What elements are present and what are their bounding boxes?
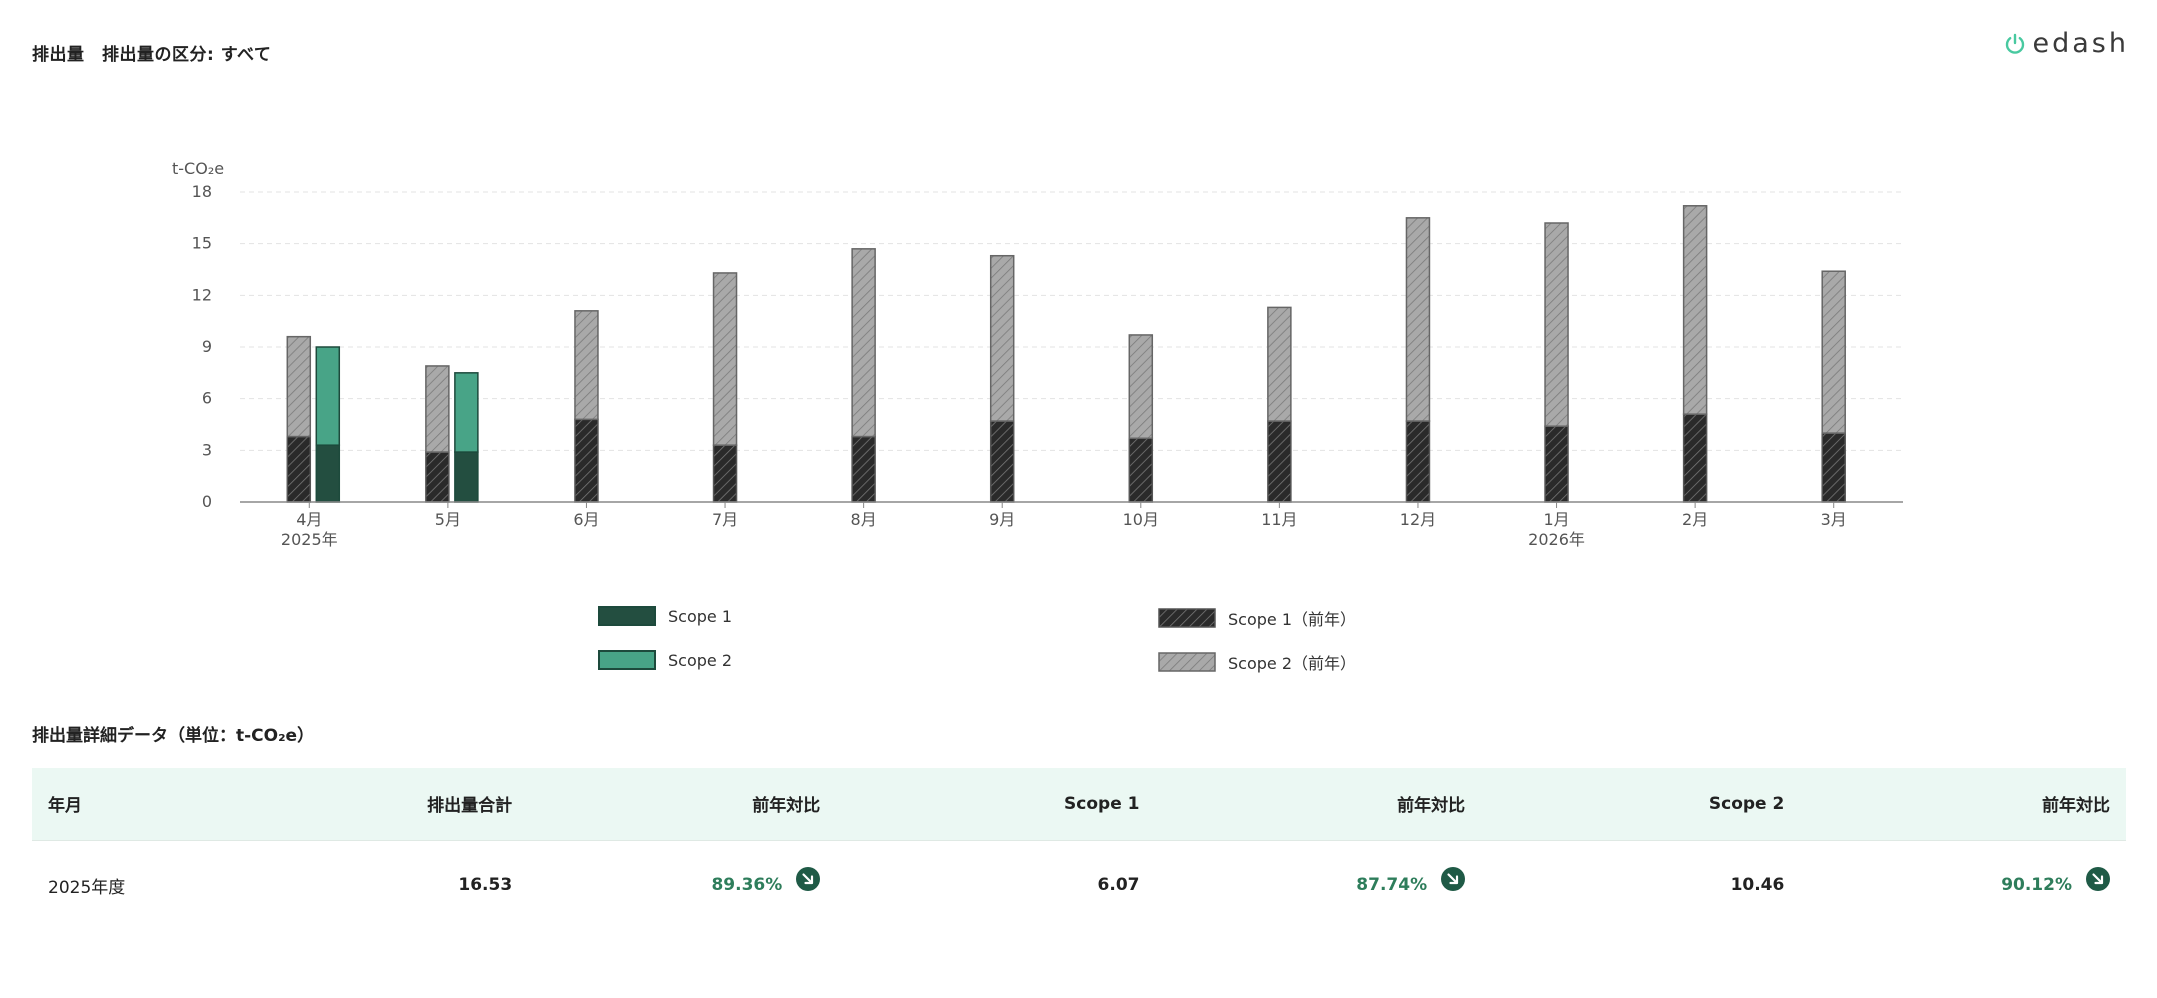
arrow-down-right-icon	[1441, 867, 1466, 892]
bar-scope2-prev[interactable]	[1405, 217, 1431, 422]
legend-scope2[interactable]: Scope 2	[598, 650, 732, 670]
x-tick-label: 7月	[712, 510, 738, 529]
legend-swatch-scope1-prev	[1158, 608, 1216, 628]
legend-label: Scope 2（前年）	[1228, 654, 1357, 673]
col-header-scope2-ratio: 前年対比	[2042, 796, 2110, 817]
bar-scope1-prev[interactable]	[1821, 432, 1846, 503]
legend-scope1[interactable]: Scope 1	[598, 606, 732, 626]
x-tick-label: 6月	[573, 510, 599, 529]
bar-scope2-prev[interactable]	[1267, 306, 1292, 422]
y-tick-label: 9	[202, 337, 212, 356]
col-header-period: 年月	[48, 796, 82, 817]
x-tick-label: 5月	[435, 510, 461, 529]
bar-scope1[interactable]	[454, 451, 479, 503]
legend-scope2-prev[interactable]: Scope 2（前年）	[1158, 650, 1356, 674]
x-year-label: 2026年	[1528, 530, 1585, 549]
arrow-down-right-icon	[796, 867, 821, 892]
bar-scope2-prev[interactable]	[286, 335, 312, 438]
bar-scope1[interactable]	[315, 444, 341, 503]
bar-scope2[interactable]	[454, 372, 479, 453]
y-tick-label: 12	[192, 285, 212, 304]
arrow-down-right-icon	[2086, 867, 2110, 892]
x-tick-label: 4月	[296, 510, 322, 529]
col-header-scope1: Scope 1	[1064, 793, 1140, 814]
y-tick-label: 0	[202, 492, 212, 511]
bar-scope1-prev[interactable]	[851, 435, 876, 503]
cell-total-ratio: 89.36%	[528, 840, 836, 930]
legend-label: Scope 1	[668, 606, 733, 626]
legend-swatch-scope1	[598, 606, 656, 626]
col-header-total-ratio: 前年対比	[752, 796, 821, 817]
bar-scope1-prev[interactable]	[712, 444, 738, 503]
page-title: 排出量 排出量の区分: すべて	[32, 45, 272, 65]
bar-scope1-prev[interactable]	[574, 418, 599, 503]
table-title: 排出量詳細データ（単位：t-CO₂e）	[32, 726, 315, 746]
bar-scope1-prev[interactable]	[989, 420, 1015, 503]
legend-label: Scope 2	[668, 650, 733, 670]
x-tick-label: 2月	[1682, 510, 1708, 529]
bar-scope2-prev[interactable]	[1682, 205, 1708, 415]
cell-total: 16.53	[458, 875, 513, 896]
legend-swatch-scope2-prev	[1158, 652, 1216, 672]
bar-scope2[interactable]	[315, 346, 341, 446]
bar-scope2-prev[interactable]	[1821, 270, 1846, 434]
cell-scope1: 6.07	[1097, 875, 1140, 896]
bar-scope1-prev[interactable]	[1682, 413, 1708, 503]
x-tick-label: 1月	[1543, 510, 1569, 529]
cell-scope2: 10.46	[1730, 875, 1785, 896]
bar-scope1-prev[interactable]	[1405, 420, 1431, 503]
x-tick-label: 10月	[1123, 510, 1159, 529]
x-tick-label: 3月	[1821, 510, 1847, 529]
y-axis-label: t-CO₂e	[172, 159, 224, 178]
x-year-label: 2025年	[281, 530, 338, 549]
logo-text: edash	[2032, 28, 2129, 59]
detail-table: 年月 排出量合計 前年対比 Scope 1 前年対比 Scope 2 前年対比 …	[32, 768, 2126, 930]
cell-scope2-ratio: 90.12%	[1800, 840, 2126, 930]
chart-legend: Scope 1 Scope 2 Scope 1（前年） Scope 2（前年）	[0, 600, 2157, 680]
ratio-value: 90.12%	[2001, 875, 2072, 896]
col-header-total: 排出量合計	[427, 796, 513, 817]
bar-scope2-prev[interactable]	[989, 254, 1015, 422]
power-icon	[2005, 33, 2024, 54]
legend-swatch-scope2	[598, 650, 656, 670]
bar-scope1-prev[interactable]	[425, 451, 450, 503]
edash-logo: edash	[2003, 28, 2129, 59]
col-header-scope2: Scope 2	[1708, 793, 1785, 814]
bar-scope1-prev[interactable]	[1544, 425, 1569, 503]
bar-scope2-prev[interactable]	[1128, 334, 1154, 440]
y-tick-label: 18	[192, 182, 212, 201]
x-tick-label: 8月	[851, 510, 877, 529]
bar-scope2-prev[interactable]	[712, 272, 738, 446]
cell-scope1-ratio: 87.74%	[1156, 840, 1482, 930]
legend-scope1-prev[interactable]: Scope 1（前年）	[1158, 606, 1356, 630]
ratio-value: 89.36%	[711, 875, 783, 896]
x-tick-label: 12月	[1400, 510, 1436, 529]
x-tick-label: 11月	[1261, 510, 1297, 529]
bar-scope1-prev[interactable]	[286, 435, 312, 503]
col-header-scope1-ratio: 前年対比	[1397, 796, 1466, 817]
y-tick-label: 15	[192, 234, 212, 253]
bar-scope1-prev[interactable]	[1267, 420, 1292, 503]
y-tick-label: 3	[202, 440, 212, 459]
bar-scope2-prev[interactable]	[574, 310, 599, 421]
bar-scope2-prev[interactable]	[425, 365, 450, 453]
emissions-chart: t-CO₂e 0 3 6 9 12 15 18 4月2025年 5月 6月 7月 8月 9月 10月 11月 1…	[172, 159, 1903, 549]
table-row: 2025年度 16.53 89.36% 6.07 87.74% 10.46 90…	[32, 840, 2126, 930]
x-tick-label: 9月	[989, 510, 1015, 529]
bar-scope2-prev[interactable]	[1544, 222, 1569, 427]
legend-label: Scope 1（前年）	[1228, 610, 1357, 629]
table-header-row: 年月 排出量合計 前年対比 Scope 1 前年対比 Scope 2 前年対比	[32, 768, 2126, 840]
ratio-value: 87.74%	[1356, 875, 1428, 896]
bar-scope2-prev[interactable]	[851, 248, 876, 438]
bar-scope1-prev[interactable]	[1128, 437, 1154, 503]
y-tick-label: 6	[202, 389, 212, 408]
cell-period: 2025年度	[48, 877, 126, 898]
